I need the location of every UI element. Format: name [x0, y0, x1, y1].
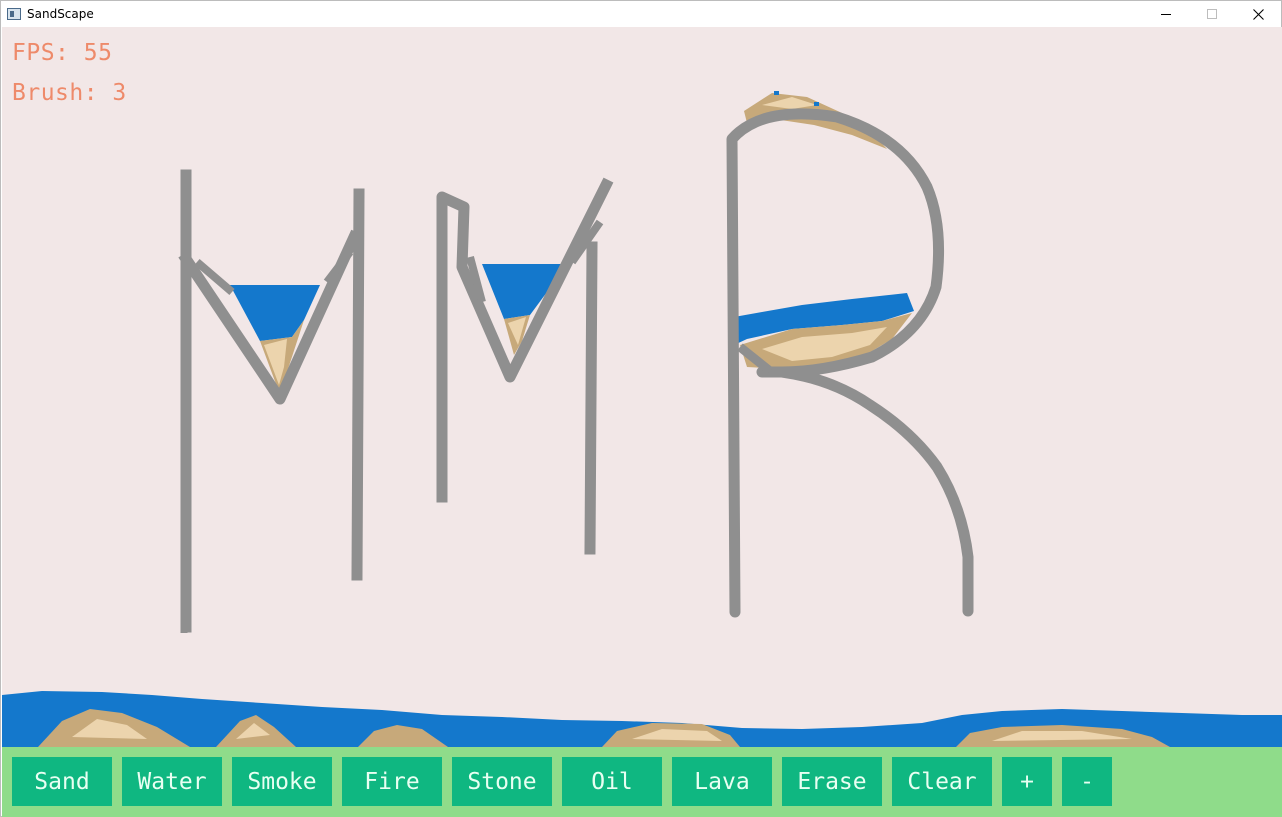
app-icon: [7, 8, 21, 20]
sand-button[interactable]: Sand: [12, 757, 112, 806]
clear-button[interactable]: Clear: [892, 757, 992, 806]
maximize-button[interactable]: [1189, 1, 1235, 27]
element-toolbar: Sand Water Smoke Fire Stone Oil Lava Era…: [2, 747, 1282, 817]
close-button[interactable]: [1235, 1, 1281, 27]
water-button[interactable]: Water: [122, 757, 222, 806]
stone-letter-m-2: [436, 177, 614, 555]
smoke-button[interactable]: Smoke: [232, 757, 332, 806]
app-window: SandScape FPS: 55 Brush: 3 Sand Water Sm…: [0, 0, 1282, 817]
minimize-icon: [1161, 14, 1171, 15]
brush-decrease-button[interactable]: -: [1062, 757, 1112, 806]
sand-canvas[interactable]: FPS: 55 Brush: 3: [2, 27, 1282, 747]
brush-increase-button[interactable]: +: [1002, 757, 1052, 806]
fire-button[interactable]: Fire: [342, 757, 442, 806]
fps-counter: FPS: 55: [12, 40, 113, 66]
maximize-icon: [1207, 9, 1217, 19]
close-icon: [1252, 8, 1264, 20]
ground-layer: [2, 691, 1282, 747]
lava-button[interactable]: Lava: [672, 757, 772, 806]
stone-button[interactable]: Stone: [452, 757, 552, 806]
brush-size-readout: Brush: 3: [12, 80, 127, 106]
stone-letter-m-1: [178, 169, 365, 633]
minimize-button[interactable]: [1143, 1, 1189, 27]
window-controls: [1143, 1, 1281, 27]
particle-drawing: [2, 91, 1282, 747]
oil-button[interactable]: Oil: [562, 757, 662, 806]
erase-button[interactable]: Erase: [782, 757, 882, 806]
stone-letter-r: [726, 91, 974, 618]
window-title: SandScape: [27, 7, 94, 21]
title-bar[interactable]: SandScape: [1, 1, 1281, 27]
